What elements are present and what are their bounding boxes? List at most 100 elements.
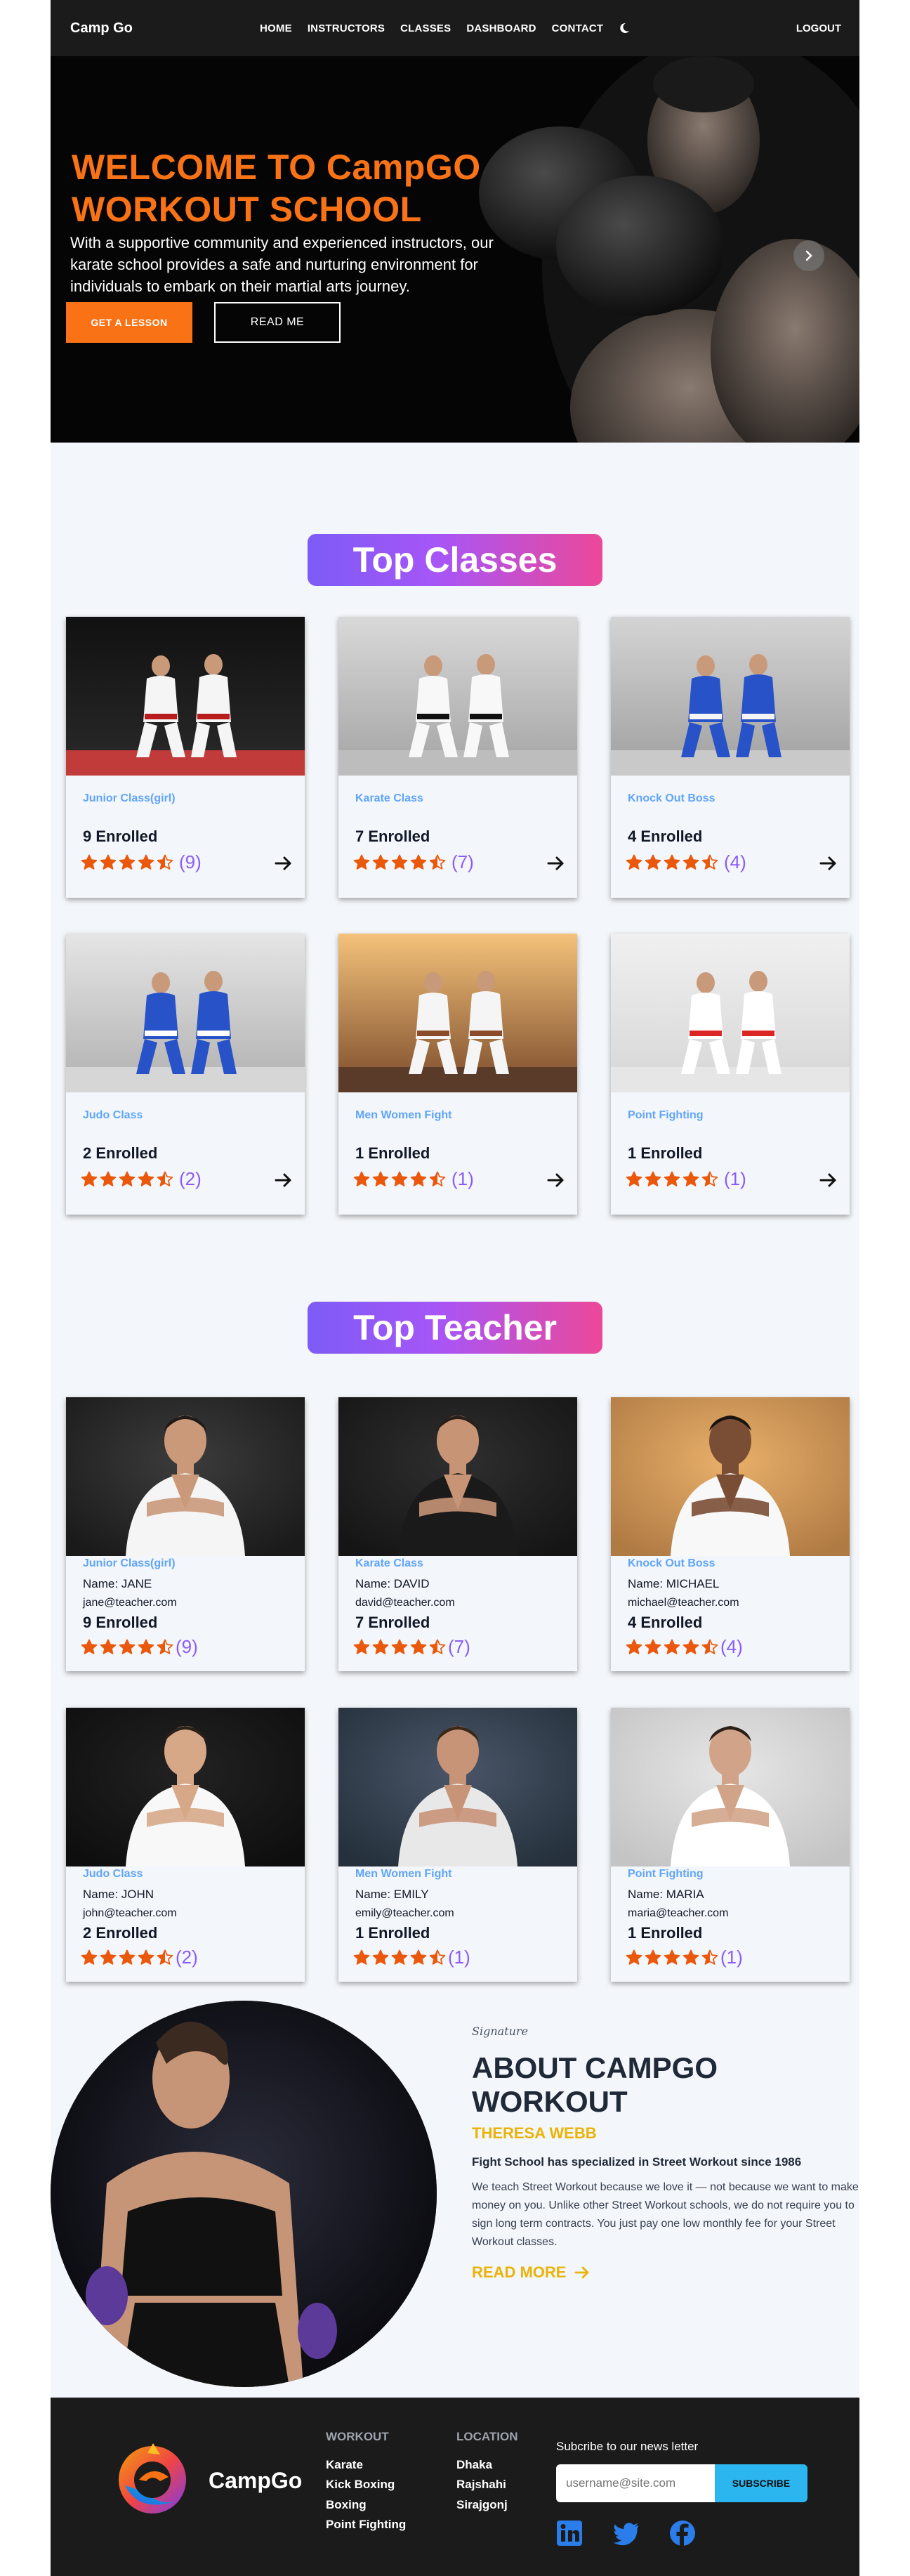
- page-container: Camp Go HOME INSTRUCTORS CLASSES DASHBOA…: [51, 0, 859, 2576]
- star-icon: [100, 1639, 117, 1654]
- subscribe-button[interactable]: SUBSCRIBE: [715, 2464, 807, 2502]
- footer-link-kick-boxing[interactable]: Kick Boxing: [326, 2478, 395, 2492]
- twitter-icon[interactable]: [612, 2519, 640, 2547]
- get-lesson-button[interactable]: GET A LESSON: [66, 302, 192, 343]
- rating-count: (2): [176, 1947, 198, 1968]
- class-rating: (4): [625, 851, 746, 873]
- top-classes-title: Top Classes: [308, 534, 602, 586]
- star-icon: [372, 1639, 389, 1654]
- nav-brand[interactable]: Camp Go: [70, 20, 260, 37]
- linkedin-icon[interactable]: [555, 2519, 583, 2547]
- teacher-course[interactable]: Knock Out Boss: [628, 1557, 715, 1570]
- footer-link-point-fighting[interactable]: Point Fighting: [326, 2518, 406, 2532]
- teacher-enrolled: 4 Enrolled: [628, 1614, 703, 1631]
- footer-workout-heading: WORKOUT: [326, 2430, 389, 2443]
- star-icon: [372, 854, 389, 870]
- class-image: [611, 934, 850, 1092]
- star-icon: [664, 854, 680, 870]
- read-more-link[interactable]: READ MORE: [472, 2263, 590, 2282]
- teacher-rating: (2): [80, 1947, 198, 1968]
- star-icon: [353, 1639, 370, 1654]
- teacher-image: [338, 1397, 577, 1556]
- footer-link-boxing[interactable]: Boxing: [326, 2498, 367, 2512]
- star-icon: [81, 854, 98, 870]
- class-card[interactable]: Judo Class 2 Enrolled (2): [66, 934, 305, 1215]
- teacher-enrolled: 2 Enrolled: [83, 1924, 158, 1942]
- class-name[interactable]: Knock Out Boss: [628, 792, 715, 805]
- teacher-card[interactable]: Junior Class(girl) Name: JANE jane@teach…: [66, 1397, 305, 1671]
- star-icon: [372, 1171, 389, 1186]
- class-name[interactable]: Men Women Fight: [355, 1109, 451, 1122]
- teacher-card[interactable]: Judo Class Name: JOHN john@teacher.com 2…: [66, 1708, 305, 1982]
- class-name[interactable]: Karate Class: [355, 792, 423, 805]
- class-name[interactable]: Judo Class: [83, 1109, 143, 1122]
- campgo-logo[interactable]: [111, 2436, 194, 2519]
- star-icon: [429, 1639, 446, 1654]
- teacher-enrolled: 9 Enrolled: [83, 1614, 158, 1631]
- arrow-right-icon[interactable]: [545, 1170, 566, 1191]
- nav-instructors[interactable]: INSTRUCTORS: [308, 22, 385, 34]
- teacher-course[interactable]: Point Fighting: [628, 1868, 704, 1881]
- star-icon: [701, 1949, 718, 1965]
- class-rating: (9): [80, 851, 202, 873]
- teacher-course[interactable]: Karate Class: [355, 1557, 423, 1570]
- arrow-right-icon[interactable]: [545, 853, 566, 874]
- teacher-course[interactable]: Junior Class(girl): [83, 1557, 176, 1570]
- teacher-course[interactable]: Men Women Fight: [355, 1868, 451, 1881]
- rating-count: (7): [451, 851, 474, 872]
- star-icon: [410, 854, 427, 870]
- top-teacher-title: Top Teacher: [308, 1302, 602, 1354]
- teacher-enrolled: 7 Enrolled: [355, 1614, 430, 1631]
- footer-link-sirajgonj[interactable]: Sirajgonj: [456, 2498, 508, 2512]
- teacher-card[interactable]: Knock Out Boss Name: MICHAEL michael@tea…: [611, 1397, 850, 1671]
- nav-dashboard[interactable]: DASHBOARD: [466, 22, 536, 34]
- arrow-right-icon: [575, 2266, 589, 2279]
- nav-home[interactable]: HOME: [260, 22, 292, 34]
- teacher-card[interactable]: Karate Class Name: DAVID david@teacher.c…: [338, 1397, 577, 1671]
- class-rating: (7): [352, 851, 474, 873]
- teacher-rating: (1): [352, 1947, 470, 1968]
- about-title: ABOUT CAMPGO WORKOUT: [472, 2051, 718, 2118]
- teacher-image: [66, 1397, 305, 1556]
- teacher-card[interactable]: Point Fighting Name: MARIA maria@teacher…: [611, 1708, 850, 1982]
- newsletter-email-input[interactable]: [556, 2464, 715, 2502]
- star-icon: [429, 1949, 446, 1965]
- nav-contact[interactable]: CONTACT: [552, 22, 604, 34]
- chevron-right-icon[interactable]: [793, 240, 824, 271]
- arrow-right-icon[interactable]: [272, 853, 294, 874]
- class-card[interactable]: Junior Class(girl) 9 Enrolled (9): [66, 617, 305, 898]
- hero-title: WELCOME TO CampGO WORKOUT SCHOOL: [72, 148, 481, 229]
- class-card[interactable]: Karate Class 7 Enrolled (7): [338, 617, 577, 898]
- teacher-name: Name: DAVID: [355, 1577, 430, 1590]
- arrow-right-icon[interactable]: [817, 1170, 838, 1191]
- star-icon: [157, 1171, 173, 1186]
- facebook-icon[interactable]: [668, 2519, 697, 2547]
- rating-count: (1): [720, 1947, 743, 1968]
- teacher-course[interactable]: Judo Class: [83, 1868, 143, 1881]
- teacher-rating: (1): [625, 1947, 743, 1968]
- class-card[interactable]: Knock Out Boss 4 Enrolled (4): [611, 617, 850, 898]
- class-enrolled: 4 Enrolled: [628, 828, 703, 845]
- teacher-rating: (7): [352, 1636, 470, 1658]
- nav-classes[interactable]: CLASSES: [400, 22, 451, 34]
- class-name[interactable]: Point Fighting: [628, 1109, 704, 1122]
- footer-link-karate[interactable]: Karate: [326, 2458, 363, 2472]
- star-icon: [626, 1949, 642, 1965]
- teacher-card[interactable]: Men Women Fight Name: EMILY emily@teache…: [338, 1708, 577, 1982]
- footer-link-rajshahi[interactable]: Rajshahi: [456, 2478, 506, 2492]
- logout-button[interactable]: LOGOUT: [796, 22, 841, 34]
- class-name[interactable]: Junior Class(girl): [83, 792, 176, 805]
- star-icon: [157, 1639, 173, 1654]
- moon-icon[interactable]: [619, 22, 630, 34]
- footer-link-dhaka[interactable]: Dhaka: [456, 2458, 492, 2472]
- teacher-email: john@teacher.com: [83, 1907, 177, 1919]
- class-card[interactable]: Point Fighting 1 Enrolled (1): [611, 934, 850, 1215]
- class-card[interactable]: Men Women Fight 1 Enrolled (1): [338, 934, 577, 1215]
- read-me-button[interactable]: READ ME: [214, 302, 341, 343]
- arrow-right-icon[interactable]: [272, 1170, 294, 1191]
- arrow-right-icon[interactable]: [817, 853, 838, 874]
- star-icon: [391, 854, 408, 870]
- star-icon: [391, 1949, 408, 1965]
- teacher-name: Name: EMILY: [355, 1888, 429, 1901]
- star-icon: [645, 1639, 661, 1654]
